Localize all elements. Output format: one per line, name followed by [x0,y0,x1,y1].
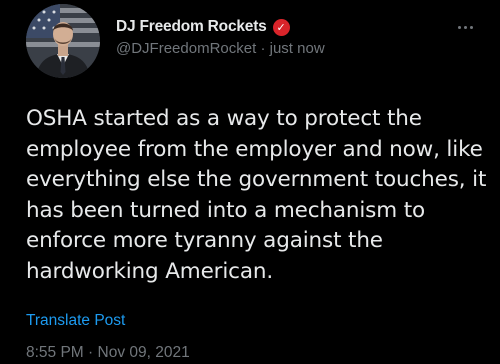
relative-time[interactable]: just now [270,40,325,57]
author-handle-row: @DJFreedomRocket · just now [116,40,325,57]
avatar-image [26,4,100,78]
translate-post-link[interactable]: Translate Post [26,312,125,330]
timestamp-separator: · [88,344,94,361]
post-timestamp: 8:55 PM · Nov 09, 2021 [26,344,190,362]
post-card: DJ Freedom Rockets ✓ @DJFreedomRocket · … [0,0,500,364]
more-dot [469,25,473,29]
handle-separator: · [260,40,266,57]
post-text: OSHA started as a way to protect the emp… [26,106,487,284]
timestamp-time[interactable]: 8:55 PM [26,344,84,361]
more-dot [463,25,467,29]
more-horizontal-icon[interactable] [454,22,476,32]
author-name-row: DJ Freedom Rockets ✓ [116,16,290,38]
avatar[interactable] [26,4,100,78]
timestamp-date[interactable]: Nov 09, 2021 [98,344,190,361]
author-display-name[interactable]: DJ Freedom Rockets [116,18,267,36]
more-dot [457,25,461,29]
verified-badge-icon: ✓ [272,18,290,36]
author-handle[interactable]: @DJFreedomRocket [116,40,256,57]
